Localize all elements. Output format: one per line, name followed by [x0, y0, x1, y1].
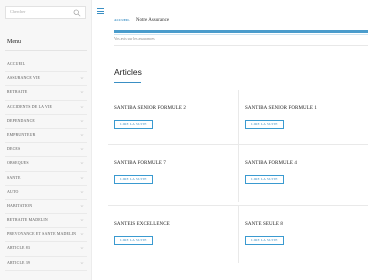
breadcrumb: ACCUEIL Notre Assurance [114, 18, 169, 23]
section-divider [114, 45, 368, 46]
read-more-button[interactable]: LIRE LA SUITE [114, 236, 153, 245]
sidebar-item[interactable]: RETRAITE MADELIN [5, 214, 87, 229]
read-more-button[interactable]: LIRE LA SUITE [245, 236, 284, 245]
sidebar-item[interactable]: DECES [5, 143, 87, 158]
read-more-button[interactable]: LIRE LA SUITE [114, 175, 153, 184]
sidebar-item[interactable]: ACCUEIL [5, 58, 87, 73]
sidebar-item[interactable]: AUTO [5, 186, 87, 200]
sidebar-item-label: HABITATION [7, 203, 33, 208]
section-title-underline [114, 82, 141, 83]
hamburger-icon[interactable] [97, 8, 104, 14]
sidebar-item-label: DECES [7, 147, 21, 152]
chevron-down-icon[interactable] [80, 90, 84, 94]
search-box[interactable]: Chercher [5, 6, 86, 19]
sidebar-item-label: ARTICLE 39 [7, 260, 31, 265]
sidebar-item[interactable]: DEPENDANCE [5, 115, 87, 129]
sidebar-item[interactable]: ARTICLE 39 [5, 257, 87, 271]
read-more-button[interactable]: LIRE LA SUITE [245, 120, 284, 129]
sidebar: Chercher Menu ACCUEIL ASSURANCE VIE RETRAI… [0, 0, 92, 280]
header-bar-shadow [114, 34, 368, 35]
breadcrumb-current: Notre Assurance [135, 18, 170, 24]
chevron-down-icon[interactable] [80, 105, 84, 109]
article-title[interactable]: SANTIBA SENIOR FORMULE 1 [245, 106, 317, 111]
sidebar-item[interactable]: RETRAITE [5, 86, 87, 101]
sidebar-item-label: PREVOYANCE ET SANTE MADELIN [7, 232, 77, 237]
chevron-down-icon[interactable] [80, 119, 84, 123]
chevron-down-icon[interactable] [80, 261, 84, 265]
sidebar-item-label: RETRAITE [7, 90, 28, 95]
chevron-down-icon[interactable] [80, 246, 84, 250]
article-card: SANTIBA FORMULE 7 LIRE LA SUITE [108, 144, 238, 202]
header-bar [114, 30, 368, 33]
article-card: SANTIBA FORMULE 4 LIRE LA SUITE [238, 144, 368, 202]
chevron-down-icon[interactable] [80, 133, 84, 137]
article-title[interactable]: SANTIBA FORMULE 7 [114, 161, 166, 166]
article-card: SANTEIS EXCELLENCE LIRE LA SUITE [108, 205, 238, 263]
sidebar-item[interactable]: EMPRUNTEUR [5, 129, 87, 144]
sidebar-item-label: EMPRUNTEUR [7, 132, 36, 137]
sidebar-item-label: OBSEQUES [7, 161, 29, 166]
article-title[interactable]: SANTIBA SENIOR FORMULE 2 [114, 106, 186, 111]
sidebar-item-label: ARTICLE 83 [7, 246, 31, 251]
sidebar-menu: ACCUEIL ASSURANCE VIE RETRAITE ACCIDENTS DE… [0, 58, 92, 271]
chevron-down-icon[interactable] [80, 232, 84, 236]
sidebar-item[interactable]: SANTE [5, 172, 87, 186]
menu-divider [5, 50, 87, 51]
sidebar-item[interactable]: HABITATION [5, 200, 87, 215]
chevron-down-icon[interactable] [80, 190, 84, 194]
sidebar-item[interactable]: ACCIDENTS DE LA VIE [5, 101, 87, 115]
search-input[interactable]: Chercher [10, 9, 25, 14]
chevron-down-icon[interactable] [80, 161, 84, 165]
article-title[interactable]: SANTE SEULE 8 [245, 222, 283, 227]
sidebar-item-label: RETRAITE MADELIN [7, 218, 48, 223]
sidebar-item-label: ACCIDENTS DE LA VIE [7, 104, 53, 109]
search-icon[interactable] [73, 9, 81, 17]
chevron-down-icon[interactable] [80, 218, 84, 222]
chevron-down-icon[interactable] [80, 204, 84, 208]
section-title: Articles [114, 67, 142, 77]
chevron-down-icon[interactable] [80, 147, 84, 151]
sidebar-item-label: AUTO [7, 189, 19, 194]
article-card: SANTIBA SENIOR FORMULE 1 LIRE LA SUITE [238, 90, 368, 148]
sidebar-item[interactable]: OBSEQUES [5, 157, 87, 172]
article-title[interactable]: SANTIBA FORMULE 4 [245, 161, 297, 166]
sidebar-item-label: DEPENDANCE [7, 118, 35, 123]
article-card: SANTE SEULE 8 LIRE LA SUITE [238, 205, 368, 263]
chevron-down-icon[interactable] [80, 76, 84, 80]
read-more-button[interactable]: LIRE LA SUITE [245, 175, 284, 184]
sidebar-item[interactable]: PREVOYANCE ET SANTE MADELIN [5, 228, 87, 243]
menu-title: Menu [7, 39, 21, 45]
sidebar-item-label: ASSURANCE VIE [7, 76, 41, 81]
article-title[interactable]: SANTEIS EXCELLENCE [114, 222, 170, 227]
article-card: SANTIBA SENIOR FORMULE 2 LIRE LA SUITE [108, 90, 238, 148]
sidebar-item[interactable]: ARTICLE 83 [5, 242, 87, 257]
breadcrumb-home[interactable]: ACCUEIL [114, 18, 130, 22]
sidebar-item-label: SANTE [7, 175, 21, 180]
read-more-button[interactable]: LIRE LA SUITE [114, 120, 153, 129]
page-caption: Vos avis sur les assurances [114, 37, 155, 41]
chevron-down-icon[interactable] [80, 176, 84, 180]
sidebar-item[interactable]: ASSURANCE VIE [5, 72, 87, 87]
sidebar-item-label: ACCUEIL [7, 62, 26, 66]
